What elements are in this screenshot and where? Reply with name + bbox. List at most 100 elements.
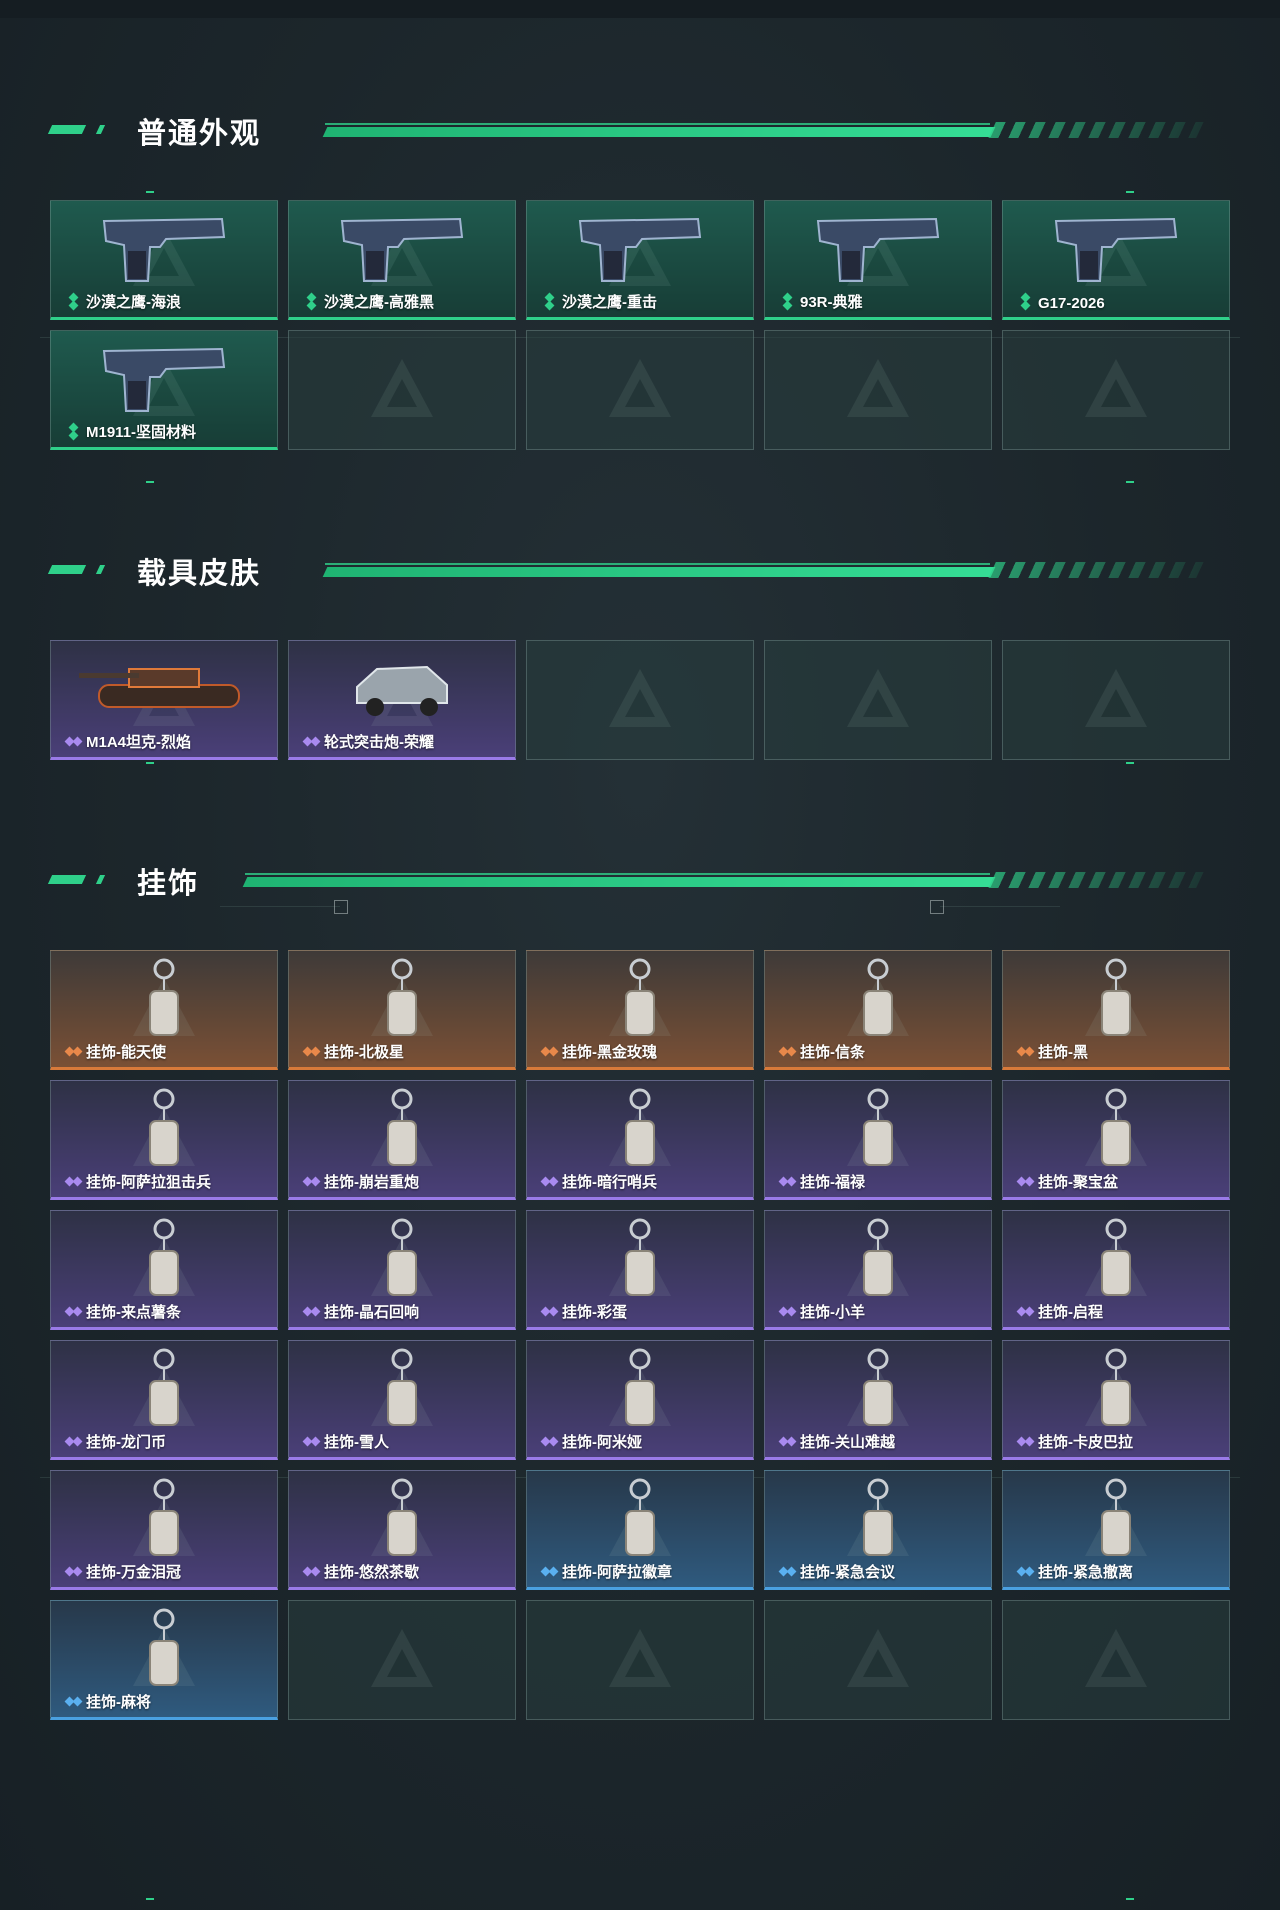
top-bar xyxy=(0,0,1280,18)
rarity-diamond-icon xyxy=(540,1044,559,1060)
header-line xyxy=(322,567,996,577)
item-label: G17-2026 xyxy=(1038,295,1105,312)
charm-icon xyxy=(372,1477,432,1574)
rarity-diamond-icon xyxy=(64,1304,83,1320)
charm-icon xyxy=(1086,1087,1146,1184)
pistol-icon xyxy=(332,207,472,292)
frame-tick xyxy=(146,191,154,193)
rarity-diamond-icon xyxy=(64,1434,83,1450)
item-card[interactable]: 93R-典雅 xyxy=(764,200,992,320)
item-card[interactable]: 挂饰-悠然茶歇 xyxy=(288,1470,516,1590)
tank-icon xyxy=(79,647,249,722)
item-label: 挂饰-紧急会议 xyxy=(800,1564,895,1581)
item-label: 沙漠之鹰-重击 xyxy=(562,294,657,311)
item-card[interactable]: 挂饰-麻将 xyxy=(50,1600,278,1720)
rarity-diamond-icon xyxy=(778,1304,797,1320)
frame-tick xyxy=(1126,1898,1134,1900)
header-accent xyxy=(47,875,87,884)
item-label: 挂饰-暗行哨兵 xyxy=(562,1174,657,1191)
frame-tick xyxy=(146,1898,154,1900)
charm-icon xyxy=(1086,957,1146,1054)
item-label: 挂饰-麻将 xyxy=(86,1694,151,1711)
item-label: 挂饰-雪人 xyxy=(324,1434,389,1451)
item-label: 挂饰-龙门币 xyxy=(86,1434,166,1451)
item-card[interactable]: 挂饰-阿米娅 xyxy=(526,1340,754,1460)
pistol-icon xyxy=(94,337,234,422)
header-accent xyxy=(95,565,106,574)
charm-icon xyxy=(610,1087,670,1184)
item-card[interactable]: 挂饰-卡皮巴拉 xyxy=(1002,1340,1230,1460)
empty-slot xyxy=(1002,1600,1230,1720)
item-label: 挂饰-悠然茶歇 xyxy=(324,1564,419,1581)
item-label: 挂饰-紧急撤离 xyxy=(1038,1564,1133,1581)
header-accent xyxy=(47,125,87,134)
item-card[interactable]: 挂饰-黑金玫瑰 xyxy=(526,950,754,1070)
item-card[interactable]: 挂饰-聚宝盆 xyxy=(1002,1080,1230,1200)
item-card[interactable]: 挂饰-雪人 xyxy=(288,1340,516,1460)
item-card[interactable]: M1911-坚固材料 xyxy=(50,330,278,450)
empty-slot xyxy=(288,330,516,450)
item-card[interactable]: 挂饰-启程 xyxy=(1002,1210,1230,1330)
item-card[interactable]: 挂饰-紧急撤离 xyxy=(1002,1470,1230,1590)
charm-icon xyxy=(372,1217,432,1314)
item-card[interactable]: 沙漠之鹰-海浪 xyxy=(50,200,278,320)
item-card[interactable]: 挂饰-晶石回响 xyxy=(288,1210,516,1330)
item-card[interactable]: 挂饰-来点薯条 xyxy=(50,1210,278,1330)
item-label: 挂饰-福禄 xyxy=(800,1174,865,1191)
item-card[interactable]: 挂饰-龙门币 xyxy=(50,1340,278,1460)
section-title: 挂饰 xyxy=(137,868,200,900)
item-card[interactable]: G17-2026 xyxy=(1002,200,1230,320)
item-card[interactable]: 挂饰-黑 xyxy=(1002,950,1230,1070)
item-card[interactable]: 挂饰-能天使 xyxy=(50,950,278,1070)
item-card[interactable]: 挂饰-小羊 xyxy=(764,1210,992,1330)
frame-line xyxy=(220,906,340,907)
item-card[interactable]: 挂饰-关山难越 xyxy=(764,1340,992,1460)
charm-icon xyxy=(848,957,908,1054)
item-card[interactable]: 挂饰-万金泪冠 xyxy=(50,1470,278,1590)
rarity-diamond-icon xyxy=(302,1564,321,1580)
rarity-diamond-icon xyxy=(542,292,558,311)
empty-slot xyxy=(764,1600,992,1720)
item-label: 挂饰-万金泪冠 xyxy=(86,1564,181,1581)
item-card[interactable]: 挂饰-阿萨拉徽章 xyxy=(526,1470,754,1590)
empty-slot xyxy=(764,640,992,760)
rarity-diamond-icon xyxy=(1016,1434,1035,1450)
rarity-diamond-icon xyxy=(778,1564,797,1580)
item-card[interactable]: 挂饰-彩蛋 xyxy=(526,1210,754,1330)
section-header: 普通外观 xyxy=(0,108,1280,150)
item-card[interactable]: 沙漠之鹰-重击 xyxy=(526,200,754,320)
empty-slot xyxy=(526,640,754,760)
section-header: 挂饰 xyxy=(0,858,1280,900)
armored-vehicle-icon xyxy=(347,647,457,732)
charm-icon xyxy=(848,1217,908,1314)
pistol-icon xyxy=(1046,207,1186,292)
item-label: 挂饰-北极星 xyxy=(324,1044,404,1061)
item-label: 挂饰-阿萨拉狙击兵 xyxy=(86,1174,211,1191)
frame-line xyxy=(940,906,1060,907)
charm-icon xyxy=(1086,1347,1146,1444)
frame-tick xyxy=(1126,481,1134,483)
item-label: M1911-坚固材料 xyxy=(86,424,197,441)
rarity-diamond-icon xyxy=(302,734,321,750)
item-label: 挂饰-黑金玫瑰 xyxy=(562,1044,657,1061)
item-card[interactable]: 挂饰-信条 xyxy=(764,950,992,1070)
empty-slot xyxy=(526,330,754,450)
item-card[interactable]: 挂饰-崩岩重炮 xyxy=(288,1080,516,1200)
item-card[interactable]: 挂饰-北极星 xyxy=(288,950,516,1070)
item-card[interactable]: 挂饰-阿萨拉狙击兵 xyxy=(50,1080,278,1200)
header-line xyxy=(242,877,996,887)
item-label: 沙漠之鹰-海浪 xyxy=(86,294,181,311)
empty-slot xyxy=(526,1600,754,1720)
item-card[interactable]: M1A4坦克-烈焰 xyxy=(50,640,278,760)
rarity-diamond-icon xyxy=(540,1174,559,1190)
rarity-diamond-icon xyxy=(1016,1174,1035,1190)
item-card[interactable]: 轮式突击炮-荣耀 xyxy=(288,640,516,760)
rarity-diamond-icon xyxy=(1016,1304,1035,1320)
item-card[interactable]: 沙漠之鹰-高雅黑 xyxy=(288,200,516,320)
rarity-diamond-icon xyxy=(302,1044,321,1060)
rarity-diamond-icon xyxy=(540,1564,559,1580)
item-label: 挂饰-黑 xyxy=(1038,1044,1088,1061)
item-card[interactable]: 挂饰-福禄 xyxy=(764,1080,992,1200)
item-card[interactable]: 挂饰-紧急会议 xyxy=(764,1470,992,1590)
item-card[interactable]: 挂饰-暗行哨兵 xyxy=(526,1080,754,1200)
